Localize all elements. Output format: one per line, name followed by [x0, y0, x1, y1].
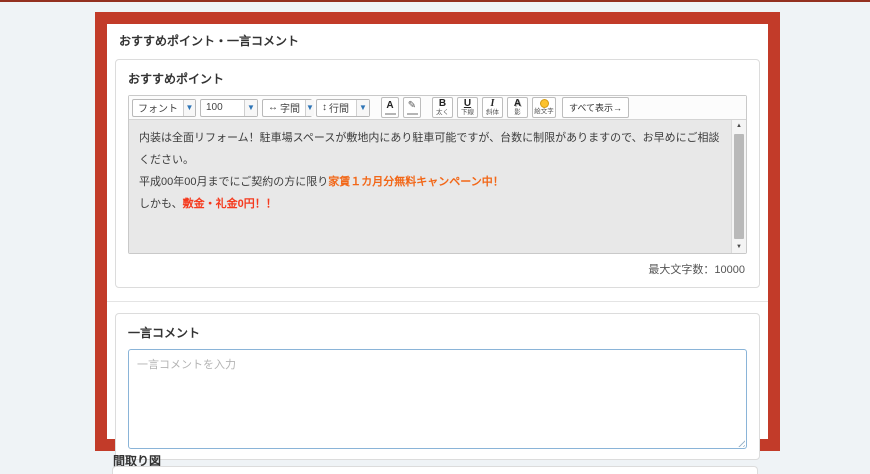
- bold-button[interactable]: B 太く: [432, 97, 453, 118]
- page-top-divider: [0, 0, 870, 2]
- color-swatch-bar: [407, 113, 418, 115]
- line-spacing-value: 行間: [329, 100, 356, 116]
- smiley-icon: [540, 99, 549, 108]
- recommend-comment-section: おすすめポイント・一言コメント おすすめポイント フォント ▼ 100 ▼ ↔: [107, 24, 768, 439]
- chevron-down-icon: ▼: [356, 100, 369, 116]
- italic-label: 斜体: [486, 110, 499, 117]
- marker-highlight-button[interactable]: ✎: [403, 97, 421, 118]
- content-line-2: 平成00年00月までにご契約の方に限り家賃１カ月分無料キャンペーン中！: [139, 171, 722, 193]
- text-color-button[interactable]: A: [381, 97, 399, 118]
- underline-letter: U: [464, 99, 471, 109]
- content-line-3: しかも、敷金・礼金0円！！: [139, 193, 722, 215]
- text-color-letter: A: [386, 101, 393, 111]
- shadow-letter: A: [514, 99, 521, 109]
- font-size-value: 100: [201, 100, 244, 116]
- font-family-value: フォント: [133, 100, 183, 116]
- chevron-down-icon: ▼: [183, 100, 195, 116]
- scrollbar-thumb[interactable]: [734, 134, 744, 239]
- section-title: おすすめポイント・一言コメント: [119, 32, 756, 49]
- floorplan-section-panel: [112, 466, 758, 474]
- section-divider: [107, 301, 768, 302]
- richtext-editor: フォント ▼ 100 ▼ ↔ 字間 ▼ ↕ 行間: [128, 95, 747, 254]
- editor-scrollbar[interactable]: ▲ ▼: [731, 120, 746, 253]
- italic-button[interactable]: I 斜体: [482, 97, 503, 118]
- scroll-up-icon[interactable]: ▲: [732, 120, 746, 132]
- bold-label: 太く: [436, 110, 449, 117]
- content-line-1: 内装は全面リフォーム！駐車場スペースが敷地内にあり駐車可能ですが、台数に制限があ…: [139, 127, 722, 171]
- zero-yen-highlight-text: 敷金・礼金0円！！: [183, 198, 277, 210]
- recommend-points-label: おすすめポイント: [128, 70, 747, 87]
- underline-label: 下線: [461, 110, 474, 117]
- one-line-comment-card: 一言コメント: [115, 313, 760, 460]
- show-all-tools-button[interactable]: すべて表示→: [562, 97, 629, 118]
- bold-letter: B: [439, 99, 446, 109]
- campaign-highlight-text: 家賃１カ月分無料キャンペーン中！: [328, 176, 503, 188]
- scrollbar-track[interactable]: [732, 132, 746, 241]
- shadow-button[interactable]: A 影: [507, 97, 528, 118]
- one-line-comment-label: 一言コメント: [128, 324, 747, 341]
- letter-spacing-value: 字間: [280, 100, 305, 116]
- line-spacing-dropdown[interactable]: ↕ 行間 ▼: [316, 99, 370, 117]
- emoji-button[interactable]: 絵文字: [532, 97, 556, 118]
- letter-spacing-dropdown[interactable]: ↔ 字間 ▼: [262, 99, 312, 117]
- richtext-content-area[interactable]: 内装は全面リフォーム！駐車場スペースが敷地内にあり駐車可能ですが、台数に制限があ…: [129, 120, 746, 253]
- font-family-dropdown[interactable]: フォント ▼: [132, 99, 196, 117]
- color-swatch-bar: [385, 113, 396, 115]
- recommend-points-card: おすすめポイント フォント ▼ 100 ▼ ↔ 字間 ▼: [115, 59, 760, 288]
- highlight-annotation-border: おすすめポイント・一言コメント おすすめポイント フォント ▼ 100 ▼ ↔: [95, 12, 780, 451]
- editor-toolbar: フォント ▼ 100 ▼ ↔ 字間 ▼ ↕ 行間: [129, 96, 746, 120]
- underline-button[interactable]: U 下線: [457, 97, 478, 118]
- chevron-down-icon: ▼: [244, 100, 257, 116]
- pencil-icon: ✎: [408, 101, 416, 111]
- scroll-down-icon[interactable]: ▼: [732, 241, 746, 253]
- chevron-down-icon: ▼: [305, 100, 314, 116]
- one-line-comment-input[interactable]: [128, 349, 747, 449]
- italic-letter: I: [491, 99, 495, 109]
- max-characters-label: 最大文字数：10000: [128, 254, 747, 277]
- letter-spacing-icon: ↔: [263, 100, 280, 116]
- line-spacing-icon: ↕: [317, 100, 329, 116]
- emoji-label: 絵文字: [534, 109, 554, 116]
- font-size-dropdown[interactable]: 100 ▼: [200, 99, 258, 117]
- shadow-label: 影: [514, 110, 521, 117]
